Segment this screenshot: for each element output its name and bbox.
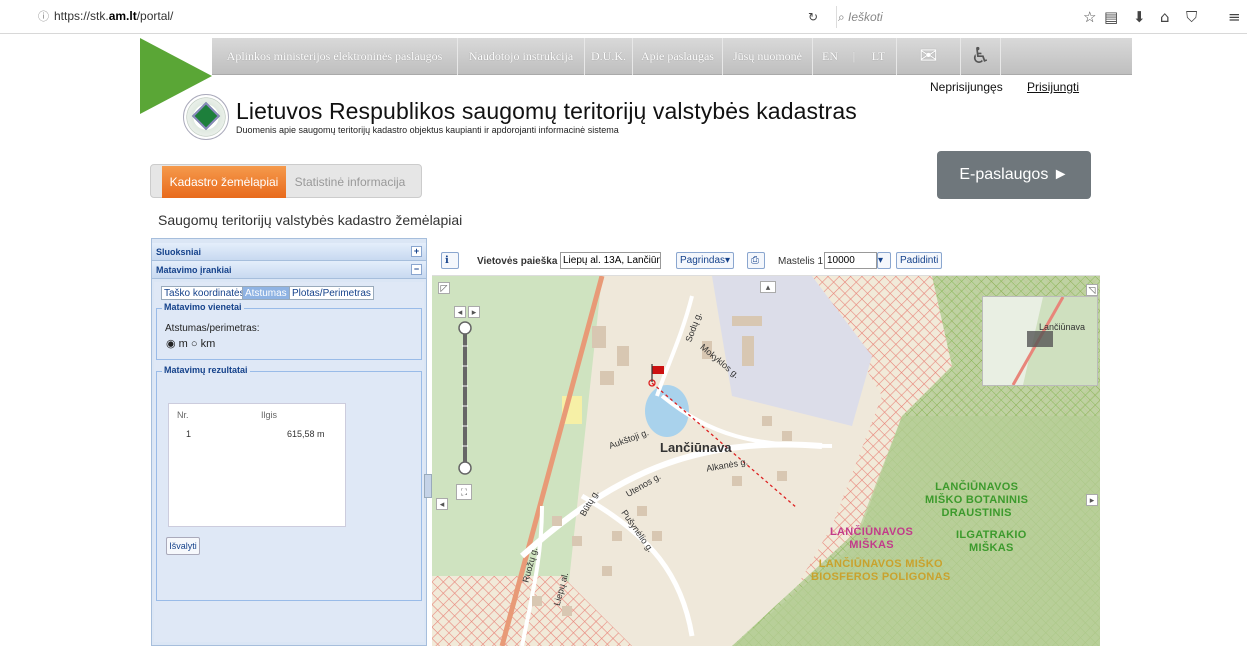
tab-area-perimeter[interactable]: Plotas/Perimetras xyxy=(289,286,374,300)
zone4-line2: BIOSFEROS POLIGONAS xyxy=(811,571,951,583)
fullscreen-icon[interactable]: ⛶ xyxy=(456,484,472,500)
menu-icon[interactable]: ≡ xyxy=(1228,0,1241,34)
home-icon[interactable]: ⌂ xyxy=(1160,0,1170,34)
overview-label: Lančiūnava xyxy=(1039,322,1086,332)
basemap-dropdown[interactable]: Pagrindas▾ xyxy=(676,252,735,269)
row-nr: 1 xyxy=(186,429,192,439)
tab-cadastre-maps[interactable]: Kadastro žemėlapiai xyxy=(162,166,286,198)
print-icon[interactable]: ⎙ xyxy=(747,252,765,269)
page-subtitle: Duomenis apie saugomų teritorijų kadastr… xyxy=(236,125,619,135)
units-fieldset xyxy=(156,308,422,360)
pan-north-icon[interactable]: ▴ xyxy=(760,281,776,293)
zone1-line3: DRAUSTINIS xyxy=(941,507,1012,519)
units-radio-group: ◉ m ○ km xyxy=(166,337,215,350)
panel-collapse-handle[interactable] xyxy=(424,474,432,498)
town-label: Lančiūnava xyxy=(660,440,732,455)
zoom-in-button[interactable]: Padidinti xyxy=(896,252,943,269)
units-legend: Matavimo vienetai xyxy=(162,302,244,312)
info-tool-icon[interactable]: ℹ xyxy=(441,252,459,269)
overview-graphics xyxy=(983,296,1097,386)
zone-label-botanical: LANČIŪNAVOS MIŠKO BOTANINIS DRAUSTINIS xyxy=(925,481,1028,520)
clipboard-icon[interactable]: ▤ xyxy=(1104,0,1118,34)
accessibility-icon[interactable]: ♿ xyxy=(961,38,1001,75)
mail-icon[interactable]: ✉ xyxy=(897,38,961,75)
unit-km-label: km xyxy=(200,338,216,350)
measure-tools-header[interactable]: Matavimo įrankiai − xyxy=(152,261,426,279)
scale-label: Mastelis 1 : xyxy=(778,256,829,267)
login-link[interactable]: Prisijungti xyxy=(1027,80,1079,94)
clear-button[interactable]: Išvalyti xyxy=(166,537,200,555)
pan-west-icon[interactable]: ◂ xyxy=(436,498,448,510)
tab-statistics[interactable]: Statistinė informacija xyxy=(288,166,412,198)
location-search-label: Vietovės paieška xyxy=(477,256,558,267)
units-label: Atstumas/perimetras: xyxy=(165,323,260,334)
zone-label-biosphere: LANČIŪNAVOS MIŠKO BIOSFEROS POLIGONAS xyxy=(811,558,951,584)
lang-separator: | xyxy=(852,49,856,63)
browser-search-placeholder: Ieškoti xyxy=(848,10,883,24)
zone-label-lanciunavos-miskas: LANČIŪNAVOS MIŠKAS xyxy=(830,526,913,552)
layers-header-label: Sluoksniai xyxy=(156,247,202,257)
maps-heading: Saugomų teritorijų valstybės kadastro že… xyxy=(158,212,463,228)
zone1-line1: LANČIŪNAVOS xyxy=(935,481,1019,493)
zone3-line1: LANČIŪNAVOS xyxy=(830,526,914,538)
layers-header[interactable]: Sluoksniai + xyxy=(152,243,426,261)
zoom-minus-handle[interactable] xyxy=(458,461,472,475)
zone2-line2: MIŠKAS xyxy=(969,542,1014,554)
zone1-line2: MIŠKO BOTANINIS xyxy=(925,494,1029,506)
radio-km-icon[interactable]: ○ xyxy=(191,338,198,350)
url-prefix: https://stk. xyxy=(54,9,109,23)
nav-eservices[interactable]: Aplinkos ministerijos elektroninės pasla… xyxy=(212,38,458,75)
col-nr: Nr. xyxy=(177,410,189,420)
zone3-line2: MIŠKAS xyxy=(849,539,894,551)
results-table: Nr. Ilgis 1 615,58 m xyxy=(168,403,346,527)
eservices-button[interactable]: E-paslaugos ► xyxy=(937,151,1091,199)
row-length: 615,58 m xyxy=(287,429,325,439)
pan-left-icon[interactable]: ◂ xyxy=(454,306,466,318)
zoom-plus-handle[interactable] xyxy=(458,321,472,335)
page-title: Lietuvos Respublikos saugomų teritorijų … xyxy=(236,98,857,124)
location-search-input[interactable]: Liepų al. 13A, Lančiūna xyxy=(560,252,661,269)
scale-select[interactable]: 10000 xyxy=(824,252,877,269)
zone2-line1: ILGATRAKIO xyxy=(956,529,1027,541)
expand-icon[interactable]: + xyxy=(411,246,422,257)
bookmark-star-icon[interactable]: ☆ xyxy=(1083,0,1096,34)
nav-feedback[interactable]: Jūsų nuomonė xyxy=(723,38,813,75)
pan-right-icon[interactable]: ▸ xyxy=(468,306,480,318)
reload-icon[interactable]: ↻ xyxy=(808,0,818,34)
url-suffix: /portal/ xyxy=(136,9,174,23)
download-icon[interactable]: ⬇ xyxy=(1133,0,1146,34)
results-legend: Matavimų rezultatai xyxy=(162,365,250,375)
collapse-icon[interactable]: − xyxy=(411,264,422,275)
nav-instructions[interactable]: Naudotojo instrukcija xyxy=(458,38,585,75)
pan-east-icon[interactable]: ▸ xyxy=(1086,494,1098,506)
url-text: https://stk.am.lt/portal/ xyxy=(54,9,173,23)
search-icon: ⌕ xyxy=(838,10,845,24)
url-domain: am.lt xyxy=(108,9,137,23)
lang-lt[interactable]: LT xyxy=(861,38,897,75)
unit-m-label: m xyxy=(178,338,188,350)
top-navigation: Aplinkos ministerijos elektroninės pasla… xyxy=(212,38,1132,75)
user-status: Neprisijungęs xyxy=(930,80,1003,94)
radio-m-icon[interactable]: ◉ xyxy=(166,338,176,350)
map-corner-nw-icon[interactable]: ◸ xyxy=(438,282,450,294)
pocket-icon[interactable]: ⛉ xyxy=(1186,0,1197,34)
tab-point-coordinates[interactable]: Taško koordinatės xyxy=(161,286,248,300)
zone-label-ilgatrakio: ILGATRAKIO MIŠKAS xyxy=(956,529,1027,555)
measure-tools-label: Matavimo įrankiai xyxy=(156,265,232,275)
zone4-line1: LANČIŪNAVOS MIŠKO xyxy=(818,558,943,570)
col-length: Ilgis xyxy=(261,410,278,420)
flag-icon xyxy=(652,366,664,374)
tab-distance[interactable]: Atstumas xyxy=(242,286,290,300)
nav-about[interactable]: Apie paslaugas xyxy=(633,38,723,75)
overview-toggle-icon[interactable]: ◹ xyxy=(1086,284,1098,296)
lang-en[interactable]: EN xyxy=(813,38,847,75)
chevron-down-icon[interactable]: ▾ xyxy=(877,252,891,269)
overview-map[interactable] xyxy=(982,296,1098,386)
nav-faq[interactable]: D.U.K. xyxy=(585,38,633,75)
